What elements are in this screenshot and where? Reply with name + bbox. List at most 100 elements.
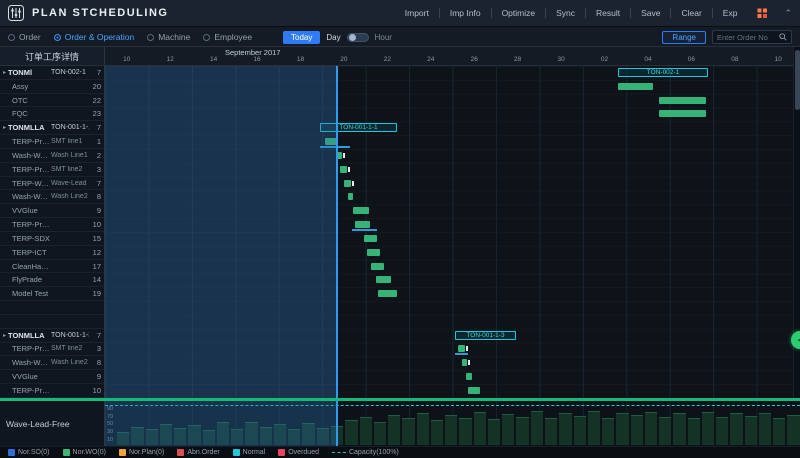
operation-row[interactable]: CleanHandSol17 [0, 260, 104, 274]
task-bar[interactable] [466, 373, 472, 380]
task-bar[interactable] [468, 387, 480, 394]
capacity-bar [260, 427, 272, 445]
task-bar[interactable] [355, 221, 370, 228]
task-bar[interactable] [458, 345, 465, 352]
operation-row[interactable]: Model Test19 [0, 287, 104, 301]
capacity-bar [602, 418, 614, 445]
operation-row[interactable]: TERP-WaveWave-Lead7 [0, 177, 104, 191]
group-row[interactable]: ▸TONMLLATON-001-1-37 [0, 329, 104, 343]
group-row[interactable]: ▸TONMLLATON-001-1-17 [0, 121, 104, 135]
capacity-axis-label: 30 [107, 430, 113, 436]
menu-item-optimize[interactable]: Optimize [491, 8, 546, 18]
operation-row[interactable]: TERP-PrintToSMT line23 [0, 343, 104, 357]
capacity-axis-label: 70 [107, 415, 113, 421]
operation-row[interactable]: TERP-ICT12 [0, 246, 104, 260]
capacity-bar [730, 413, 742, 445]
task-bar[interactable] [353, 207, 369, 214]
panel-resize-divider[interactable] [0, 398, 800, 401]
hour-scale-label[interactable]: Hour [375, 33, 392, 42]
menu-item-save[interactable]: Save [630, 8, 670, 18]
menu-item-exp[interactable]: Exp [712, 8, 748, 18]
operation-row[interactable]: VVGlue9 [0, 370, 104, 384]
menu-item-clear[interactable]: Clear [670, 8, 711, 18]
apps-grid-icon[interactable] [757, 8, 768, 19]
milestone-tick [468, 360, 470, 365]
color-swatch [177, 449, 184, 456]
operation-row[interactable]: OTC22 [0, 94, 104, 108]
operation-row[interactable]: FQC23 [0, 107, 104, 121]
order-search-input[interactable] [717, 33, 779, 42]
sequence-number: 7 [89, 123, 101, 132]
search-icon[interactable] [779, 33, 787, 41]
legend-bar: Nor.SO(0)Nor.WO(0)Nor.Plan(0)Abn.OrderNo… [0, 446, 800, 458]
time-scale-controls: Today Day Hour [283, 27, 392, 47]
gantt-row [105, 190, 800, 204]
operation-name: TERP-PrintTo [3, 344, 51, 353]
task-bar[interactable] [340, 166, 347, 173]
menu-item-import[interactable]: Import [395, 8, 439, 18]
collapse-chevron-icon[interactable]: ⌃ [784, 8, 792, 19]
group-row[interactable]: ▸TONMlTON-002-17 [0, 66, 104, 80]
menu-item-result[interactable]: Result [585, 8, 630, 18]
view-option-employee[interactable]: Employee [203, 32, 252, 42]
operation-row[interactable]: TERP-PressFi10 [0, 218, 104, 232]
operation-row[interactable]: FlyPrade14 [0, 273, 104, 287]
legend-item-nor-plan-0: Nor.Plan(0) [119, 449, 164, 456]
expand-arrow-icon[interactable]: ▸ [3, 332, 6, 339]
operation-row[interactable]: TERP-SDX15 [0, 232, 104, 246]
operation-row[interactable]: Assy20 [0, 80, 104, 94]
order-number: TON-001-1-3 [51, 332, 89, 339]
summary-bar[interactable]: TON-001-1-1 [320, 123, 397, 132]
milestone-tick [343, 153, 345, 158]
summary-bar[interactable]: TON-002-1 [618, 68, 708, 77]
menu-item-sync[interactable]: Sync [545, 8, 585, 18]
milestone-tick [348, 167, 350, 172]
task-bar[interactable] [344, 180, 351, 187]
menu-item-imp-info[interactable]: Imp Info [439, 8, 491, 18]
view-option-machine[interactable]: Machine [147, 32, 190, 42]
summary-bar[interactable]: TON-001-1-3 [455, 331, 516, 340]
range-button[interactable]: Range [662, 31, 706, 44]
expand-arrow-icon[interactable]: ▸ [3, 124, 6, 131]
task-bar[interactable] [659, 97, 706, 104]
task-bar[interactable] [376, 276, 391, 283]
task-bar[interactable] [325, 138, 338, 145]
operation-name: TERP-PressFi [3, 386, 51, 395]
capacity-bar [745, 416, 757, 445]
task-bar[interactable] [378, 290, 397, 297]
task-bar[interactable] [462, 359, 467, 366]
operation-row[interactable]: TERP-PressFi10 [0, 384, 104, 398]
operation-row[interactable]: VVGlue9 [0, 204, 104, 218]
task-bar[interactable] [364, 235, 377, 242]
left-panel-header: 订单工序详情 [0, 47, 104, 66]
capacity-bar [288, 429, 300, 445]
gantt-rows: TON-002-1 TON-001-1-1 TON-001-1-3 [105, 66, 800, 398]
gantt-row [105, 273, 800, 287]
task-bar[interactable] [618, 83, 653, 90]
machine-name: Wash Line2 [51, 193, 89, 200]
operation-row[interactable]: TERP-PrintToSMT line23 [0, 163, 104, 177]
operation-row[interactable]: Wash-Wash bWash Line28 [0, 356, 104, 370]
baseline-bar [320, 146, 350, 148]
operation-row[interactable]: Wash-Wash bWash Line12 [0, 149, 104, 163]
task-bar[interactable] [367, 249, 380, 256]
task-bar[interactable] [659, 110, 706, 117]
gantt-row [105, 232, 800, 246]
day-hour-toggle[interactable] [347, 33, 369, 42]
view-option-order[interactable]: Order [8, 32, 41, 42]
expand-arrow-icon[interactable]: ▸ [3, 69, 6, 76]
day-scale-label[interactable]: Day [326, 33, 340, 42]
capacity-chart: 9070503010 [105, 401, 800, 446]
task-bar[interactable] [348, 193, 353, 200]
scrollbar-thumb[interactable] [795, 50, 800, 110]
task-bar[interactable] [371, 263, 384, 270]
today-button[interactable]: Today [283, 31, 320, 44]
operation-row[interactable]: TERP-PrintBoSMT line11 [0, 135, 104, 149]
capacity-bar [174, 428, 186, 445]
view-option-order-operation[interactable]: Order & Operation [54, 32, 134, 42]
operation-row[interactable]: Wash-Wash bWash Line28 [0, 190, 104, 204]
toolbar: Order Order & Operation Machine Employee To… [0, 27, 800, 47]
task-bar[interactable] [336, 152, 342, 159]
capacity-bar [616, 413, 628, 445]
capacity-bar [402, 418, 414, 445]
